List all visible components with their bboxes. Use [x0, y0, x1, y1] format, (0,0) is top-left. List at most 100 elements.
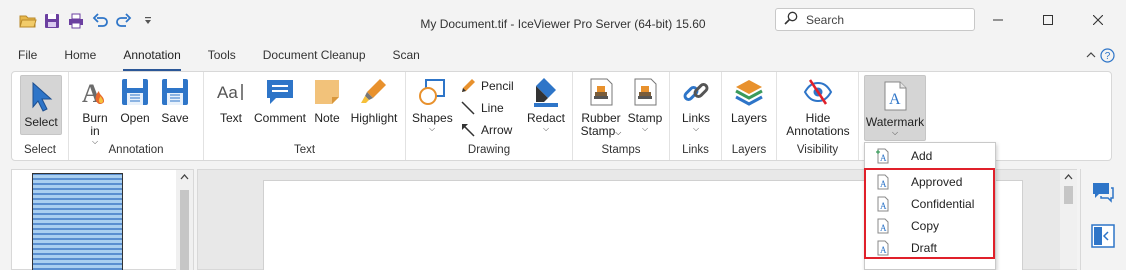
watermark-icon: A	[884, 81, 907, 111]
svg-text:?: ?	[1104, 51, 1110, 62]
document-scrollbar[interactable]	[1060, 170, 1077, 269]
note-label: Note	[314, 111, 340, 125]
tab-home[interactable]: Home	[64, 48, 96, 66]
scroll-up-icon[interactable]	[1060, 170, 1077, 184]
tab-document-cleanup[interactable]: Document Cleanup	[263, 48, 366, 66]
chevron-down-icon: ⌵	[428, 124, 436, 133]
stamp-label: Stamp	[627, 111, 663, 125]
thumbnail-scrollbar[interactable]	[176, 170, 193, 270]
open-button[interactable]: Open	[117, 76, 153, 125]
arrow-button[interactable]: Arrow	[460, 120, 512, 140]
comment-button[interactable]: Comment	[254, 76, 306, 125]
eye-hidden-icon	[803, 79, 833, 105]
open-label: Open	[120, 111, 150, 125]
select-label: Select	[24, 115, 58, 129]
line-label: Line	[481, 101, 504, 115]
select-button[interactable]: Select	[20, 75, 62, 135]
minimize-button[interactable]	[988, 10, 1008, 30]
comment-label: Comment	[254, 111, 307, 125]
menu-item-label: Add	[911, 149, 933, 163]
tab-scan[interactable]: Scan	[393, 48, 420, 66]
group-links: Links ⌵ Links	[670, 72, 722, 160]
layers-button[interactable]: Layers	[728, 76, 770, 125]
close-button[interactable]	[1088, 10, 1108, 30]
group-label-drawing: Drawing	[467, 144, 511, 156]
tab-file[interactable]: File	[18, 48, 37, 66]
text-button[interactable]: Aa Text	[212, 76, 250, 125]
chevron-down-icon: ⌵	[891, 128, 899, 137]
burn-in-label-1: Burn	[82, 111, 108, 125]
layers-icon	[735, 80, 763, 106]
stamp-button[interactable]: Stamp ⌵	[625, 76, 665, 133]
highlight-box	[864, 168, 995, 259]
shapes-button[interactable]: Shapes ⌵	[412, 76, 453, 133]
save-annotation-icon	[162, 79, 188, 105]
group-label-layers: Layers	[731, 144, 767, 156]
group-drawing: Shapes ⌵ Pencil Line Arrow Redact ⌵ Draw…	[406, 72, 573, 160]
watermark-button[interactable]: A Watermark ⌵	[864, 75, 926, 141]
note-icon	[315, 80, 339, 104]
group-text: Aa Text Comment Note Highlight Text	[204, 72, 406, 160]
rubber-stamp-button[interactable]: Rubber Stamp⌵	[579, 76, 623, 139]
svg-text:A: A	[880, 153, 887, 163]
burn-in-button[interactable]: A Burn in ⌵	[77, 76, 113, 146]
links-label: Links	[681, 111, 710, 125]
save-button[interactable]: Save	[157, 76, 193, 125]
panel-toggle-icon[interactable]	[1091, 224, 1115, 251]
cursor-arrow-icon	[32, 81, 53, 112]
group-label-visibility: Visibility	[796, 144, 839, 156]
page-thumbnail[interactable]	[32, 173, 123, 270]
maximize-button[interactable]	[1038, 10, 1058, 30]
group-select: Select Select	[12, 72, 69, 160]
undo-icon[interactable]	[90, 11, 110, 31]
quick-access-toolbar	[18, 11, 158, 31]
chevron-down-icon: ⌵	[641, 124, 649, 133]
pencil-button[interactable]: Pencil	[460, 76, 514, 96]
side-panel	[1080, 169, 1126, 270]
hide-annotations-button[interactable]: Hide Annotations	[781, 76, 855, 138]
rubber-stamp-label-1: Rubber	[581, 111, 621, 125]
hide-annotations-label-2: Annotations	[786, 124, 850, 138]
thumbnail-pane	[11, 169, 194, 270]
menu-item-add[interactable]: A Add	[869, 145, 993, 167]
help-icon[interactable]: ?	[1099, 47, 1115, 63]
layers-label: Layers	[730, 111, 768, 125]
burn-in-label-2: in	[90, 124, 100, 138]
shapes-label: Shapes	[412, 111, 453, 125]
search-box[interactable]	[775, 8, 975, 31]
scrollbar-thumb[interactable]	[180, 190, 189, 270]
text-tool-icon: Aa	[217, 83, 243, 102]
highlight-button[interactable]: Highlight	[348, 76, 400, 125]
redact-label: Redact	[526, 111, 566, 125]
group-label-annotation: Annotation	[108, 144, 164, 156]
open-folder-icon[interactable]	[18, 11, 38, 31]
comment-icon	[267, 80, 293, 104]
tab-tools[interactable]: Tools	[208, 48, 236, 66]
highlighter-icon	[361, 79, 386, 103]
arrow-label: Arrow	[481, 123, 513, 137]
print-icon[interactable]	[66, 11, 86, 31]
save-icon[interactable]	[42, 11, 62, 31]
burn-in-icon: A	[82, 79, 104, 108]
collapse-ribbon-icon[interactable]	[1083, 47, 1099, 63]
tab-annotation[interactable]: Annotation	[123, 48, 182, 71]
scrollbar-thumb[interactable]	[1064, 186, 1073, 204]
chevron-down-icon: ⌵	[692, 124, 700, 133]
redo-icon[interactable]	[114, 11, 134, 31]
redact-icon	[534, 78, 558, 107]
note-button[interactable]: Note	[310, 76, 344, 125]
line-icon	[461, 101, 475, 115]
scroll-up-icon[interactable]	[176, 170, 193, 184]
links-button[interactable]: Links ⌵	[676, 76, 716, 133]
save-label: Save	[161, 111, 189, 125]
ribbon-tabs: File Home Annotation Tools Document Clea…	[18, 48, 447, 71]
customize-icon[interactable]	[138, 11, 158, 31]
line-button[interactable]: Line	[460, 98, 504, 118]
search-input[interactable]	[806, 12, 966, 27]
group-label-select: Select	[24, 144, 56, 156]
text-label: Text	[219, 111, 242, 125]
comments-panel-icon[interactable]	[1091, 181, 1115, 206]
watermark-item-icon: A	[876, 148, 889, 164]
group-label-stamps: Stamps	[601, 144, 641, 156]
redact-button[interactable]: Redact ⌵	[526, 76, 566, 133]
